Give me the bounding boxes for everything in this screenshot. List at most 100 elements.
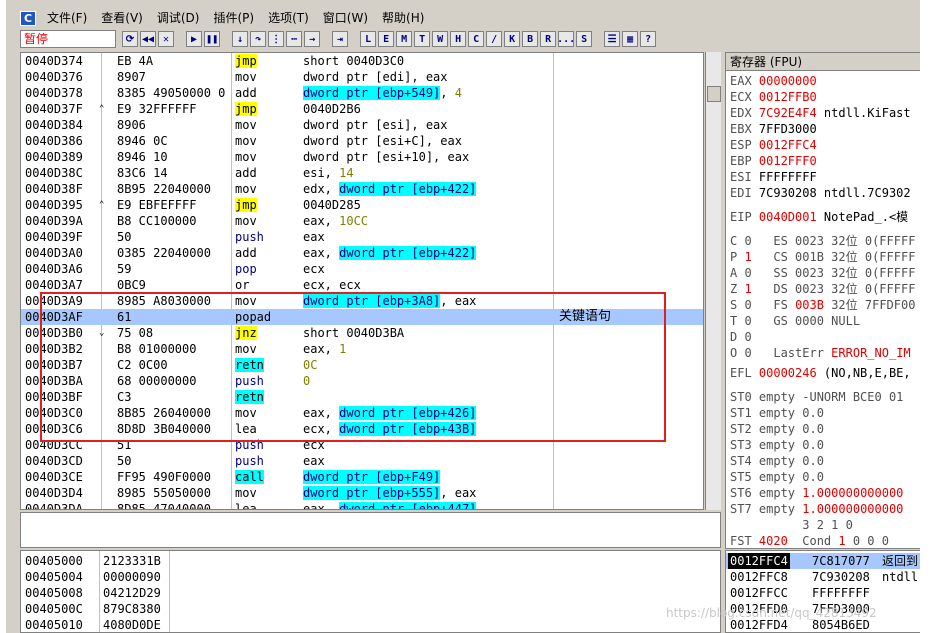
disasm-row[interactable]: 0040D378 8385 49050000 0 add dword ptr [ebp… xyxy=(21,85,703,101)
toolbar-button-c[interactable]: C xyxy=(468,31,485,47)
menu-help[interactable]: 帮助(H) xyxy=(375,8,431,28)
disasm-row[interactable]: 0040D389 8946 10 mov dword ptr [esi+10], ea… xyxy=(21,149,703,165)
fpu-row[interactable]: ST1 empty 0.0 xyxy=(730,405,824,421)
disasm-row[interactable]: 0040D3CE FF95 490F0000 call dword ptr [ebp+… xyxy=(21,469,703,485)
disasm-address: 0040D3A7 xyxy=(25,278,83,292)
list-icon[interactable]: ☰ xyxy=(604,31,621,47)
close-icon[interactable]: ✕ xyxy=(158,31,175,47)
flag-row[interactable]: S 0 FS 003B 32位 7FFDF00 xyxy=(730,297,915,313)
register-row[interactable]: EBP 0012FFF0 xyxy=(730,153,817,169)
toolbar-button-s[interactable]: S xyxy=(576,31,593,47)
disasm-mnemonic: mov xyxy=(235,213,289,229)
app-icon[interactable]: C xyxy=(20,10,36,26)
stack-row[interactable]: 0012FFC4 7C817077 返回到 xyxy=(726,553,920,569)
eip-row[interactable]: EIP 0040D001 NotePad_.<模 xyxy=(730,209,908,225)
register-text: empty 0.0 xyxy=(758,406,824,420)
flag-row[interactable]: D 0 xyxy=(730,329,773,345)
registers-title[interactable]: 寄存器 (FPU) xyxy=(726,53,920,71)
disasm-row[interactable]: 0040D386 8946 0C mov dword ptr [esi+C], eax xyxy=(21,133,703,149)
dump-row[interactable]: 00405004 00000090 xyxy=(21,569,720,585)
disasm-row[interactable]: 0040D3A7 0BC9 or ecx, ecx xyxy=(21,277,703,293)
disasm-row[interactable]: 0040D384 8906 mov dword ptr [esi], eax xyxy=(21,117,703,133)
goto-icon[interactable]: ⇥ xyxy=(332,31,349,47)
menu-view[interactable]: 查看(V) xyxy=(94,8,150,28)
toolbar-button-b[interactable]: B xyxy=(522,31,539,47)
toolbar-button-m[interactable]: M xyxy=(396,31,413,47)
toolbar-button-t[interactable]: T xyxy=(414,31,431,47)
menu-debug[interactable]: 调试(D) xyxy=(150,8,207,28)
disasm-row[interactable]: 0040D37F ⌃ E9 32FFFFFF jmp 0040D2B6 xyxy=(21,101,703,117)
fst-header[interactable]: 3 2 1 0 xyxy=(730,517,853,533)
dump-row[interactable]: 00405010 4080D0DE xyxy=(21,617,720,632)
memory-dump-pane[interactable]: 00405000 2123331B 00405004 00000090 00405008… xyxy=(20,550,721,633)
registers-pane[interactable]: 寄存器 (FPU) EAX 00000000 ECX 0012FFB0 EDX 7C… xyxy=(725,52,920,549)
disasm-row[interactable]: 0040D376 8907 mov dword ptr [edi], eax xyxy=(21,69,703,85)
menu-options[interactable]: 选项(T) xyxy=(261,8,316,28)
toolbar-button-w[interactable]: W xyxy=(432,31,449,47)
step-into-icon[interactable]: ↓ xyxy=(232,31,249,47)
fpu-row[interactable]: ST2 empty 0.0 xyxy=(730,421,824,437)
fpu-row[interactable]: ST5 empty 0.0 xyxy=(730,469,824,485)
toolbar-button-l[interactable]: L xyxy=(360,31,377,47)
register-row[interactable]: ESP 0012FFC4 xyxy=(730,137,817,153)
register-row[interactable]: ECX 0012FFB0 xyxy=(730,89,817,105)
disasm-row[interactable]: 0040D3A6 59 pop ecx xyxy=(21,261,703,277)
stack-pane[interactable]: 0012FFC4 7C817077 返回到 0012FFC8 7C930208 ntdll… xyxy=(725,550,920,633)
grid-icon[interactable]: ▦ xyxy=(622,31,639,47)
flag-row[interactable]: P 1 CS 001B 32位 0(FFFFF xyxy=(730,249,915,265)
fpu-row[interactable]: ST3 empty 0.0 xyxy=(730,437,824,453)
disasm-row[interactable]: 0040D38F 8B95 22040000 mov edx, dword ptr [… xyxy=(21,181,703,197)
step-over-icon[interactable]: ↷ xyxy=(250,31,267,47)
toolbar-button-e[interactable]: E xyxy=(378,31,395,47)
trace-over-icon[interactable]: ⋯ xyxy=(286,31,303,47)
toolbar-button-r[interactable]: R xyxy=(540,31,557,47)
disasm-row[interactable]: 0040D39F 50 push eax xyxy=(21,229,703,245)
disasm-row[interactable]: 0040D3CD 50 push eax xyxy=(21,453,703,469)
stack-row[interactable]: 0012FFC8 7C930208 ntdll. xyxy=(726,569,920,585)
fpu-row[interactable]: ST6 empty 1.000000000000 xyxy=(730,485,903,501)
dump-row[interactable]: 0040500C 879C8380 xyxy=(21,601,720,617)
menu-window[interactable]: 窗口(W) xyxy=(316,8,375,28)
register-row[interactable]: EAX 00000000 xyxy=(730,73,817,89)
register-row[interactable]: EBX 7FFD3000 xyxy=(730,121,817,137)
execute-till-return-icon[interactable]: → xyxy=(304,31,321,47)
disasm-row[interactable]: 0040D374 EB 4A jmp short 0040D3C0 xyxy=(21,53,703,69)
efl-row[interactable]: EFL 00000246 (NO,NB,E,BE, xyxy=(730,365,911,381)
toolbar-button-slash[interactable]: / xyxy=(486,31,503,47)
disasm-row[interactable]: 0040D3D4 8985 55050000 mov dword ptr [ebp+5… xyxy=(21,485,703,501)
flag-row[interactable]: O 0 LastErr ERROR_NO_IM xyxy=(730,345,911,361)
stack-row[interactable]: 0012FFCC FFFFFFFF xyxy=(726,585,920,601)
fpu-row[interactable]: ST0 empty -UNORM BCE0 01 xyxy=(730,389,903,405)
register-row[interactable]: EDI 7C930208 ntdll.7C9302 xyxy=(730,185,911,201)
menu-file[interactable]: 文件(F) xyxy=(40,8,94,28)
flag-row[interactable]: C 0 ES 0023 32位 0(FFFFF xyxy=(730,233,915,249)
disasm-row[interactable]: 0040D38C 83C6 14 add esi, 14 xyxy=(21,165,703,181)
dump-row[interactable]: 00405000 2123331B xyxy=(21,553,720,569)
disasm-row[interactable]: 0040D3DA 8D85 47040000 lea eax, dword ptr [… xyxy=(21,501,703,509)
toolbar-button-ellipsis[interactable]: ... xyxy=(557,31,575,47)
disasm-row[interactable]: 0040D39A B8 CC100000 mov eax, 10CC xyxy=(21,213,703,229)
dump-row[interactable]: 00405008 04212D29 xyxy=(21,585,720,601)
disassembly-scrollbar[interactable] xyxy=(705,52,721,510)
fpu-row[interactable]: ST7 empty 1.000000000000 xyxy=(730,501,903,517)
trace-into-icon[interactable]: ⋮ xyxy=(268,31,285,47)
register-row[interactable]: EDX 7C92E4F4 ntdll.KiFast xyxy=(730,105,911,121)
pause-icon[interactable]: ❚❚ xyxy=(204,31,221,47)
disasm-row[interactable]: 0040D395 ⌃ E9 EBFEFFFF jmp 0040D285 xyxy=(21,197,703,213)
run-icon[interactable]: ▶ xyxy=(186,31,203,47)
fst-row[interactable]: FST 4020 Cond 1 0 0 0 xyxy=(730,533,889,548)
register-row[interactable]: ESI FFFFFFFF xyxy=(730,169,817,185)
restart-icon[interactable]: ◀◀ xyxy=(140,31,157,47)
flag-row[interactable]: Z 1 DS 0023 32位 0(FFFFF xyxy=(730,281,915,297)
toolbar-button-k[interactable]: K xyxy=(504,31,521,47)
toolbar-button-h[interactable]: H xyxy=(450,31,467,47)
help-icon[interactable]: ? xyxy=(640,31,657,47)
disasm-row[interactable]: 0040D3A0 0385 22040000 add eax, dword ptr [… xyxy=(21,245,703,261)
fpu-row[interactable]: ST4 empty 0.0 xyxy=(730,453,824,469)
menu-plugins[interactable]: 插件(P) xyxy=(206,8,261,28)
open-icon[interactable]: ⟳ xyxy=(122,31,138,47)
flag-row[interactable]: T 0 GS 0000 NULL xyxy=(730,313,860,329)
scrollbar-thumb[interactable] xyxy=(707,86,721,102)
register-text: 4020 xyxy=(758,534,788,548)
flag-row[interactable]: A 0 SS 0023 32位 0(FFFFF xyxy=(730,265,915,281)
